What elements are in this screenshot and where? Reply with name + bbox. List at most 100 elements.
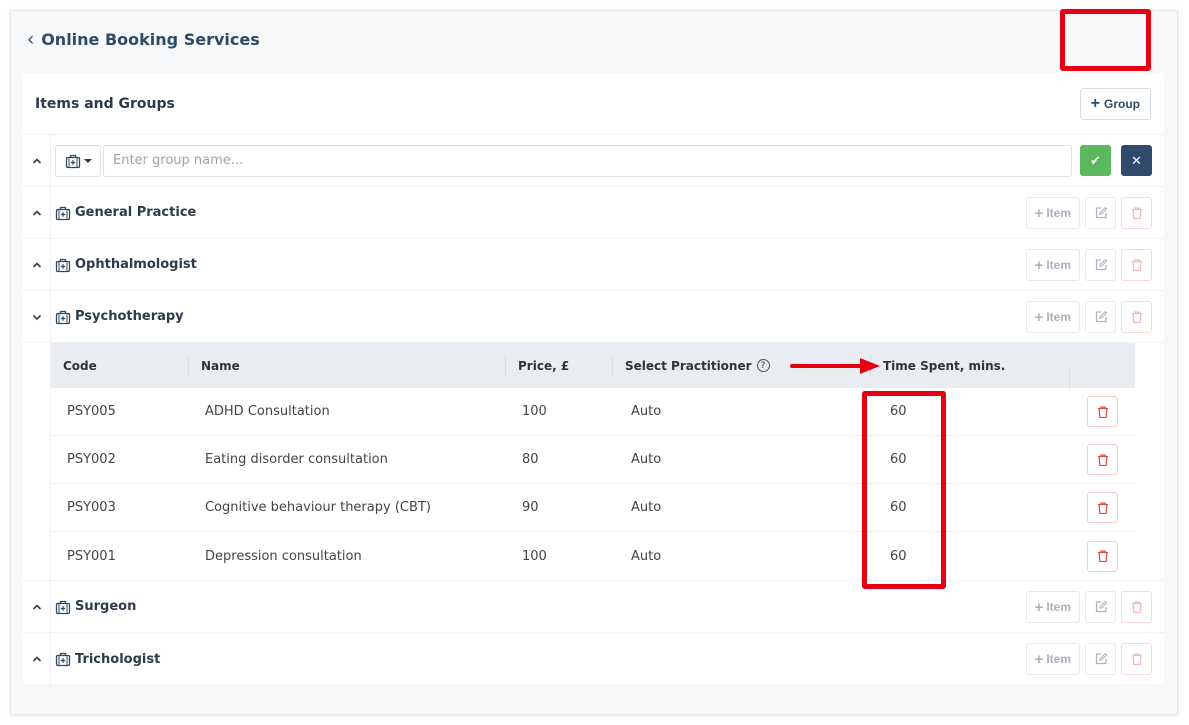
chevron-up-icon bbox=[31, 653, 43, 665]
plus-icon: + bbox=[1034, 308, 1044, 326]
new-group-row: ✔ ✕ bbox=[23, 135, 1164, 187]
edit-group-button[interactable] bbox=[1085, 197, 1116, 229]
edit-icon bbox=[1094, 652, 1108, 666]
groups-list: ✔ ✕ General Practice +Item bbox=[23, 135, 1164, 685]
card-title: Items and Groups bbox=[35, 95, 175, 112]
column-header-actions bbox=[1070, 343, 1135, 388]
edit-group-button[interactable] bbox=[1085, 643, 1116, 675]
add-item-label: Item bbox=[1046, 258, 1071, 272]
delete-group-button[interactable] bbox=[1121, 197, 1152, 229]
add-item-button[interactable]: + Item bbox=[1025, 591, 1080, 623]
column-header-practitioner: Select Practitioner ? bbox=[613, 343, 870, 388]
item-name: ADHD Consultation bbox=[205, 404, 330, 419]
group-toggle[interactable] bbox=[23, 239, 51, 290]
item-code: PSY005 bbox=[67, 404, 116, 419]
group-name: Psychotherapy bbox=[75, 309, 184, 324]
edit-icon bbox=[1094, 310, 1108, 324]
edit-icon bbox=[1094, 600, 1108, 614]
item-name: Cognitive behaviour therapy (CBT) bbox=[205, 500, 431, 515]
delete-item-button[interactable] bbox=[1087, 540, 1118, 572]
item-practitioner: Auto bbox=[631, 500, 662, 515]
items-and-groups-card: Items and Groups + Group Enter group nam… bbox=[23, 73, 1164, 685]
plus-icon: + bbox=[1034, 598, 1044, 616]
column-header-price[interactable]: Price, £ bbox=[506, 343, 613, 388]
group-name: Surgeon bbox=[75, 599, 137, 614]
item-time: 60 bbox=[890, 452, 907, 467]
group-row: Psychotherapy + Item bbox=[23, 291, 1164, 343]
delete-item-button[interactable] bbox=[1087, 444, 1118, 475]
add-item-button[interactable]: + Item bbox=[1025, 197, 1080, 229]
item-time: 60 bbox=[890, 548, 907, 564]
delete-item-button[interactable] bbox=[1087, 396, 1118, 427]
add-group-button[interactable]: + Group bbox=[1079, 87, 1151, 120]
table-header: Code Name Price, £ Select Practitioner ?… bbox=[51, 343, 1135, 389]
back-link[interactable]: ‹ Online Booking Services bbox=[27, 27, 260, 52]
trash-icon bbox=[1130, 652, 1144, 666]
table-row[interactable]: PSY002 Eating disorder consultation 80 A… bbox=[51, 436, 1135, 484]
trash-icon bbox=[1130, 600, 1144, 614]
trash-icon bbox=[1130, 310, 1144, 324]
delete-group-button[interactable] bbox=[1121, 301, 1152, 333]
chevron-up-icon bbox=[31, 601, 43, 613]
chevron-down-icon bbox=[31, 311, 43, 323]
column-header-code[interactable]: Code bbox=[51, 343, 189, 388]
table-row[interactable]: PSY005 ADHD Consultation 100 Auto 60 bbox=[51, 388, 1135, 436]
item-time: 60 bbox=[890, 500, 907, 515]
collapse-toggle[interactable] bbox=[23, 135, 51, 186]
edit-group-button[interactable] bbox=[1085, 249, 1116, 281]
item-practitioner: Auto bbox=[631, 452, 662, 467]
group-name-input[interactable] bbox=[103, 144, 1072, 177]
add-item-label: Item bbox=[1046, 600, 1071, 614]
chevron-left-icon: ‹ bbox=[27, 27, 35, 52]
close-icon: ✕ bbox=[1131, 152, 1142, 168]
delete-group-button[interactable] bbox=[1121, 591, 1152, 623]
app-frame: ‹ Online Booking Services Items and Grou… bbox=[10, 10, 1178, 715]
page-title: Online Booking Services bbox=[41, 30, 260, 49]
trash-icon bbox=[1130, 258, 1144, 272]
group-toggle[interactable] bbox=[23, 187, 51, 238]
add-item-label: Item bbox=[1046, 652, 1071, 666]
delete-item-button[interactable] bbox=[1087, 492, 1118, 523]
add-item-button[interactable]: + Item bbox=[1025, 643, 1080, 675]
item-practitioner: Auto bbox=[631, 548, 662, 564]
group-name: General Practice bbox=[75, 205, 197, 220]
table-row[interactable]: PSY001 Depression consultation 100 Auto … bbox=[51, 532, 1135, 580]
edit-group-button[interactable] bbox=[1085, 591, 1116, 623]
plus-icon: + bbox=[1034, 204, 1044, 222]
group-row: Surgeon + Item bbox=[23, 581, 1164, 633]
column-header-time[interactable]: Time Spent, mins. bbox=[870, 354, 1070, 389]
group-icon-select[interactable] bbox=[55, 144, 101, 177]
column-header-practitioner-label: Select Practitioner bbox=[625, 358, 752, 373]
psychotherapy-items: Code Name Price, £ Select Practitioner ?… bbox=[23, 343, 1164, 581]
item-code: PSY002 bbox=[67, 452, 116, 467]
caret-down-icon bbox=[83, 158, 92, 163]
question-circle-icon[interactable]: ? bbox=[756, 359, 770, 372]
group-toggle[interactable] bbox=[23, 633, 51, 685]
delete-group-button[interactable] bbox=[1121, 643, 1152, 675]
trash-icon bbox=[1096, 501, 1110, 515]
delete-group-button[interactable] bbox=[1121, 249, 1152, 281]
item-price: 100 bbox=[522, 548, 547, 564]
confirm-group-button[interactable]: ✔ bbox=[1080, 145, 1111, 176]
table-row[interactable]: PSY003 Cognitive behaviour therapy (CBT)… bbox=[51, 484, 1135, 532]
add-item-label: Item bbox=[1046, 310, 1071, 324]
add-item-button[interactable]: + Item bbox=[1025, 249, 1080, 281]
group-toggle[interactable] bbox=[23, 291, 51, 342]
trash-icon bbox=[1096, 405, 1110, 419]
group-toggle[interactable] bbox=[23, 581, 51, 632]
add-item-button[interactable]: + Item bbox=[1025, 301, 1080, 333]
plus-icon: + bbox=[1034, 650, 1044, 668]
edit-icon bbox=[1094, 258, 1108, 272]
medical-bag-icon bbox=[55, 205, 71, 221]
edit-group-button[interactable] bbox=[1085, 301, 1116, 333]
plus-icon: + bbox=[1034, 256, 1044, 274]
chevron-up-icon bbox=[31, 207, 43, 219]
item-price: 100 bbox=[522, 404, 547, 419]
trash-icon bbox=[1096, 549, 1110, 563]
trash-icon bbox=[1130, 206, 1144, 220]
item-price: 80 bbox=[522, 452, 539, 467]
group-row: Ophthalmologist + Item bbox=[23, 239, 1164, 291]
column-header-name[interactable]: Name bbox=[189, 343, 506, 388]
chevron-up-icon bbox=[31, 155, 43, 167]
cancel-group-button[interactable]: ✕ bbox=[1121, 145, 1152, 176]
